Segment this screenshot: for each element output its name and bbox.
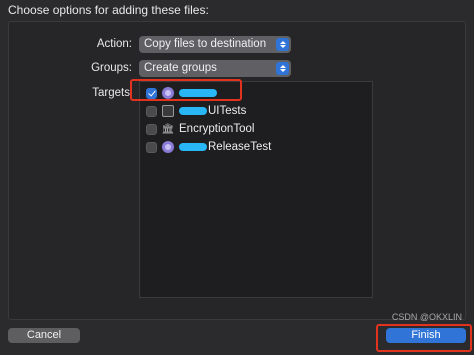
targets-label: Targets xyxy=(92,87,130,99)
targets-list: UITests 🏛 EncryptionTool ReleaseTest xyxy=(139,81,373,298)
action-label: Action: xyxy=(96,38,132,50)
action-popup[interactable]: Copy files to destination xyxy=(139,36,291,53)
target-item-releasetest[interactable]: ReleaseTest xyxy=(146,139,271,155)
target-item-uitests[interactable]: UITests xyxy=(146,103,246,119)
redaction-mark xyxy=(179,107,207,115)
selection-highlight-box xyxy=(130,79,242,101)
groups-label: Groups: xyxy=(91,62,132,74)
groups-popup[interactable]: Create groups xyxy=(139,60,291,77)
target-name: EncryptionTool xyxy=(179,123,255,135)
chevron-updown-icon xyxy=(276,62,289,75)
target-checkbox[interactable] xyxy=(146,105,157,117)
target-name: UITests xyxy=(208,105,247,117)
target-checkbox[interactable] xyxy=(146,123,157,135)
ui-test-target-icon xyxy=(162,105,174,117)
watermark: CSDN @OKXLIN xyxy=(391,312,462,322)
cancel-button[interactable]: Cancel xyxy=(8,328,80,343)
finish-highlight-box xyxy=(376,324,472,352)
target-item-encryptiontool[interactable]: 🏛 EncryptionTool xyxy=(146,121,254,137)
target-name: ReleaseTest xyxy=(208,141,272,153)
target-checkbox[interactable] xyxy=(146,141,157,153)
groups-value: Create groups xyxy=(144,62,217,74)
action-value: Copy files to destination xyxy=(144,38,267,50)
dialog-title: Choose options for adding these files: xyxy=(8,3,209,17)
framework-target-icon: 🏛 xyxy=(161,123,175,135)
chevron-updown-icon xyxy=(276,38,289,51)
app-target-icon xyxy=(162,141,174,153)
redaction-mark xyxy=(179,143,207,151)
